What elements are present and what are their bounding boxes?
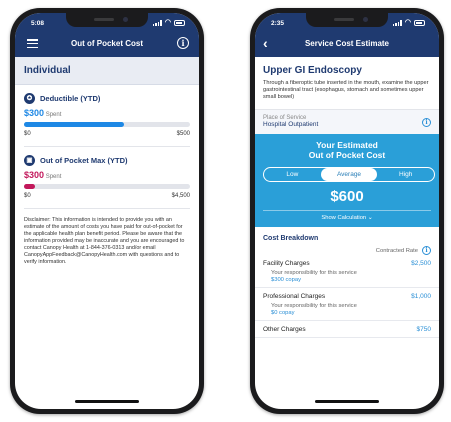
charge-amount: $750 xyxy=(416,326,431,333)
meter-label: Deductible (YTD) xyxy=(40,94,101,103)
progress-fill xyxy=(24,184,36,189)
progress-track xyxy=(24,184,190,189)
charge-name: Professional Charges xyxy=(263,293,326,300)
show-calculation-button[interactable]: Show Calculation ⌄ xyxy=(263,210,431,221)
home-indicator[interactable] xyxy=(315,400,379,403)
progress-track xyxy=(24,122,190,127)
deductible-meter: ✪ Deductible (YTD) $300 Spent $0 $500 xyxy=(15,85,199,139)
cost-breakdown-title: Cost Breakdown xyxy=(263,235,319,242)
range-max: $4,500 xyxy=(171,193,190,199)
status-time: 5:08 xyxy=(31,19,45,27)
charge-copay: $0 copay xyxy=(271,310,295,316)
status-time: 2:35 xyxy=(271,19,285,27)
charge-responsibility: Your responsibility for this service xyxy=(271,270,357,276)
out-of-pocket-meter: ▣ Out of Pocket Max (YTD) $300 Spent $0 … xyxy=(15,147,199,201)
spent-label: Spent xyxy=(45,174,62,180)
shield-icon: ✪ xyxy=(24,93,35,104)
contracted-rate-header: Contracted Rate i xyxy=(255,246,439,255)
estimate-title-line1: Your Estimated xyxy=(316,140,378,150)
page-title: Out of Pocket Cost xyxy=(70,39,143,48)
tab-high[interactable]: High xyxy=(377,168,434,181)
wifi-icon: ◠ xyxy=(164,19,171,26)
wifi-icon: ◠ xyxy=(404,19,411,26)
wallet-icon: ▣ xyxy=(24,155,35,166)
range-min: $0 xyxy=(24,193,31,199)
tab-low[interactable]: Low xyxy=(264,168,321,181)
contracted-rate-label: Contracted Rate xyxy=(375,247,418,254)
left-screen: 5:08 ◠ Out of Pocket Cost i Individual ✪… xyxy=(15,13,199,409)
spent-label: Spent xyxy=(45,112,62,118)
meter-label: Out of Pocket Max (YTD) xyxy=(40,156,128,165)
info-icon[interactable]: i xyxy=(422,118,431,127)
notch xyxy=(66,13,148,27)
estimate-range-selector: Low Average High xyxy=(263,167,435,182)
meter-amount: $300 xyxy=(24,108,45,118)
home-indicator[interactable] xyxy=(75,400,139,403)
charge-row: Other Charges $750 xyxy=(255,321,439,338)
charge-amount: $1,000 xyxy=(411,293,431,300)
procedure-info: Upper GI Endoscopy Through a fiberoptic … xyxy=(255,57,439,105)
show-calculation-label: Show Calculation xyxy=(321,215,367,221)
right-phone: 2:35 ◠ ‹ Service Cost Estimate Upper GI … xyxy=(250,8,444,414)
charge-amount: $2,500 xyxy=(411,260,431,267)
estimate-panel: Your Estimated Out of Pocket Cost Low Av… xyxy=(255,134,439,227)
charge-responsibility: Your responsibility for this service xyxy=(271,303,357,309)
info-icon[interactable]: i xyxy=(422,246,431,255)
disclaimer-text: Disclaimer: This information is intended… xyxy=(24,217,185,265)
meter-amount: $300 xyxy=(24,170,45,180)
signal-icon xyxy=(392,20,402,26)
charge-name: Facility Charges xyxy=(263,260,310,267)
place-value: Hospital Outpatient xyxy=(263,121,319,128)
info-icon[interactable]: i xyxy=(177,37,189,49)
progress-fill xyxy=(24,122,124,127)
charge-copay: $300 copay xyxy=(271,277,301,283)
charge-name: Other Charges xyxy=(263,326,306,333)
chevron-down-icon: ⌄ xyxy=(367,215,373,221)
battery-icon xyxy=(174,20,185,26)
charge-row: Professional Charges $1,000 Your respons… xyxy=(255,288,439,321)
tab-average[interactable]: Average xyxy=(320,168,378,181)
charge-row: Facility Charges $2,500 Your responsibil… xyxy=(255,255,439,288)
procedure-title: Upper GI Endoscopy xyxy=(263,65,362,76)
left-phone: 5:08 ◠ Out of Pocket Cost i Individual ✪… xyxy=(10,8,204,414)
estimated-amount: $600 xyxy=(330,188,364,205)
page-title: Service Cost Estimate xyxy=(304,39,390,48)
estimate-title-line2: Out of Pocket Cost xyxy=(308,150,386,160)
place-of-service[interactable]: Place of Service Hospital Outpatient i xyxy=(255,109,439,134)
notch xyxy=(306,13,388,27)
signal-icon xyxy=(152,20,162,26)
range-max: $500 xyxy=(176,131,190,137)
section-title: Individual xyxy=(15,57,199,85)
procedure-description: Through a fiberoptic tube inserted in th… xyxy=(263,80,429,100)
right-screen: 2:35 ◠ ‹ Service Cost Estimate Upper GI … xyxy=(255,13,439,409)
battery-icon xyxy=(414,20,425,26)
range-min: $0 xyxy=(24,131,31,137)
